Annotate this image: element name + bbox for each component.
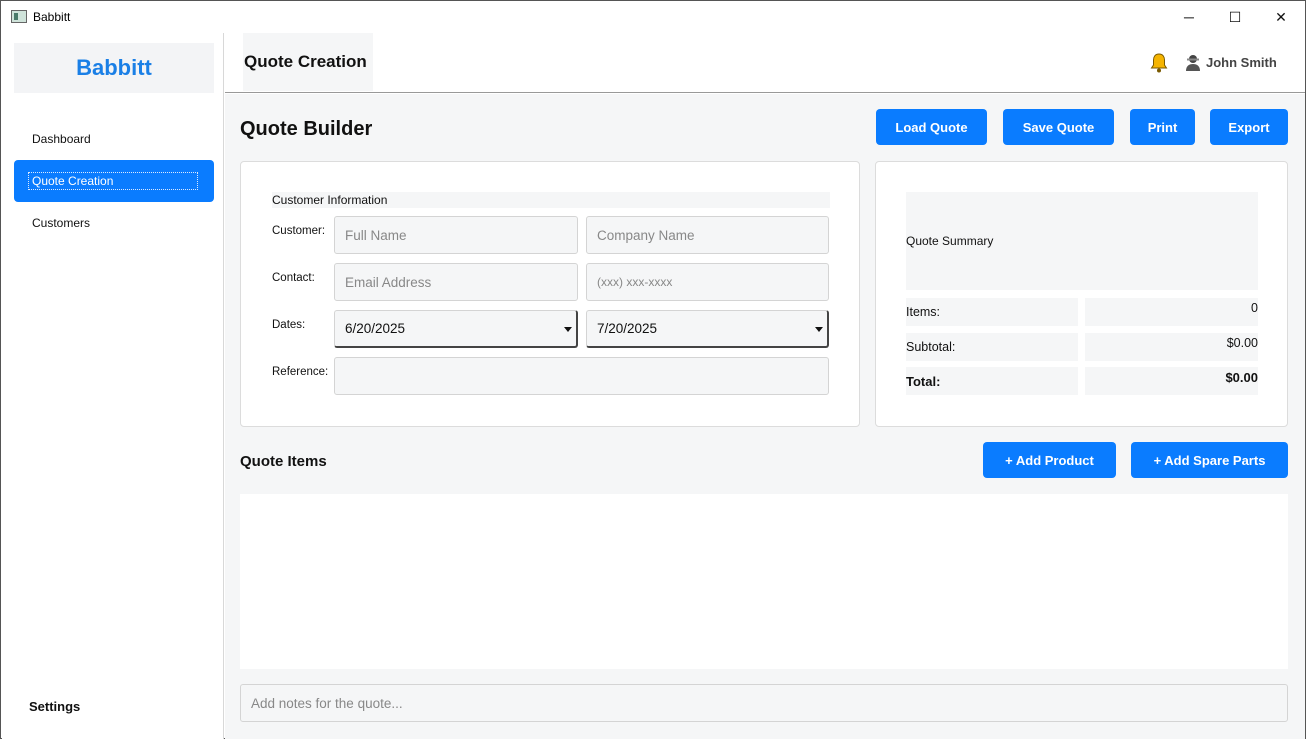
bell-icon[interactable] (1150, 53, 1168, 73)
user-name[interactable]: John Smith (1206, 55, 1277, 70)
customer-info-label: Customer Information (272, 192, 830, 208)
full-name-input[interactable]: Full Name (334, 216, 578, 254)
customer-info-card: Customer Information Customer: Full Name… (240, 161, 860, 427)
user-icon[interactable] (1185, 54, 1201, 72)
end-date-value: 7/20/2025 (597, 321, 658, 336)
quote-items-list[interactable] (240, 494, 1288, 669)
start-date-picker[interactable]: 6/20/2025 (334, 310, 578, 348)
total-label: Total: (906, 367, 1078, 395)
maximize-button[interactable]: ☐ (1212, 1, 1258, 33)
app-icon (11, 10, 27, 23)
export-button[interactable]: Export (1210, 109, 1288, 145)
end-date-picker[interactable]: 7/20/2025 (586, 310, 829, 348)
save-quote-button[interactable]: Save Quote (1003, 109, 1114, 145)
close-button[interactable]: ✕ (1258, 1, 1304, 33)
email-input[interactable]: Email Address (334, 263, 578, 301)
add-product-button[interactable]: + Add Product (983, 442, 1116, 478)
dates-label: Dates: (272, 319, 306, 331)
minimize-button[interactable]: ─ (1166, 1, 1212, 33)
items-value: 0 (1085, 298, 1258, 326)
sidebar-item-dashboard[interactable]: Dashboard (14, 118, 214, 160)
add-spare-parts-button[interactable]: + Add Spare Parts (1131, 442, 1288, 478)
brand-logo: Babbitt (14, 43, 214, 93)
sidebar-item-settings[interactable]: Settings (29, 699, 80, 714)
sidebar-item-label: Customers (32, 216, 91, 230)
total-value: $0.00 (1085, 367, 1258, 395)
sidebar: Babbitt Dashboard Quote Creation Custome… (2, 33, 224, 739)
phone-input[interactable]: (xxx) xxx-xxxx (586, 263, 829, 301)
quote-summary-card: Quote Summary Items: 0 Subtotal: $0.00 T… (875, 161, 1288, 427)
app-window: Babbitt ─ ☐ ✕ Babbitt Dashboard Quote Cr… (0, 0, 1306, 739)
window-title: Babbitt (33, 10, 71, 24)
print-button[interactable]: Print (1130, 109, 1195, 145)
subtotal-label: Subtotal: (906, 333, 1078, 361)
sidebar-item-label: Quote Creation (28, 172, 198, 190)
quote-summary-heading: Quote Summary (906, 192, 1258, 290)
main-content: Quote Builder Load Quote Save Quote Prin… (225, 94, 1305, 739)
company-name-input[interactable]: Company Name (586, 216, 829, 254)
chevron-down-icon[interactable] (560, 311, 576, 347)
reference-label: Reference: (272, 366, 329, 378)
sidebar-item-label: Dashboard (32, 132, 91, 146)
contact-label: Contact: (272, 272, 315, 284)
load-quote-button[interactable]: Load Quote (876, 109, 987, 145)
page-title: Quote Creation (243, 33, 373, 91)
section-heading-quote-builder: Quote Builder (240, 118, 373, 140)
customer-label: Customer: (272, 225, 326, 237)
subtotal-value: $0.00 (1085, 333, 1258, 361)
reference-input[interactable] (334, 357, 829, 395)
notes-input[interactable]: Add notes for the quote... (240, 684, 1288, 722)
sidebar-item-customers[interactable]: Customers (14, 202, 214, 244)
section-heading-quote-items: Quote Items (240, 453, 327, 470)
chevron-down-icon[interactable] (811, 311, 827, 347)
sidebar-item-quote-creation[interactable]: Quote Creation (14, 160, 214, 202)
title-bar: Babbitt ─ ☐ ✕ (1, 1, 1305, 33)
header: Quote Creation John Smith (225, 33, 1305, 93)
start-date-value: 6/20/2025 (345, 321, 406, 336)
items-label: Items: (906, 298, 1078, 326)
